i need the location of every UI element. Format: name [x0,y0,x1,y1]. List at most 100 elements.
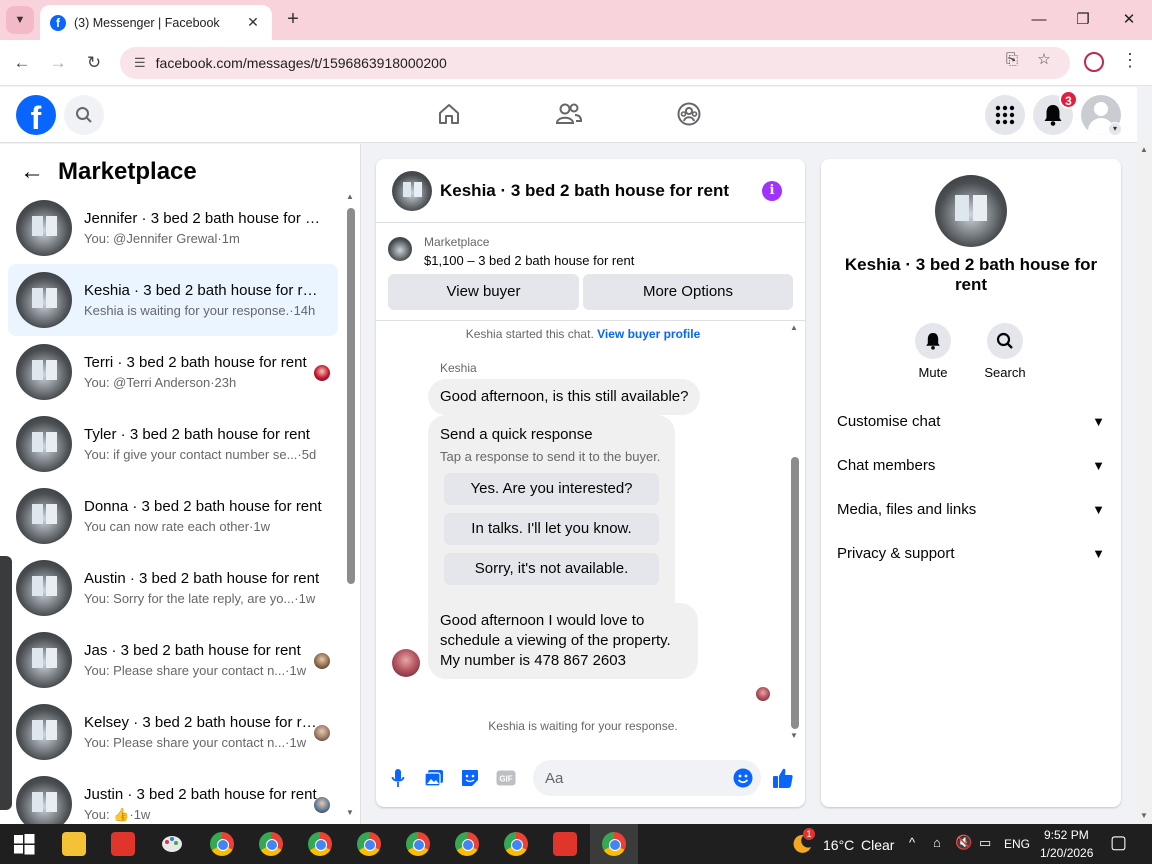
page-scroll-up-icon[interactable]: ▲ [1140,145,1148,154]
side-panel-handle[interactable] [0,556,12,810]
conversation-item[interactable]: Justin · 3 bed 2 bath house for rent You:… [8,768,338,824]
view-buyer-profile-link[interactable]: View buyer profile [597,327,700,341]
chat-listing-avatar[interactable] [392,170,432,211]
conversation-thumbnail[interactable] [16,200,72,256]
scroll-down-icon[interactable]: ▼ [346,808,354,817]
chrome-icon[interactable] [357,832,381,856]
conversation-item[interactable]: Jas · 3 bed 2 bath house for rent You: Pl… [8,624,338,696]
reload-icon[interactable]: ↻ [81,50,107,76]
media-files-section[interactable]: Media, files and links ▼ [837,489,1105,529]
bell-icon[interactable] [915,323,951,359]
conversation-thumbnail[interactable] [16,632,72,688]
browser-tab[interactable]: f (3) Messenger | Facebook ✕ [40,5,272,40]
clock-date[interactable]: 1/20/2026 [1040,846,1093,860]
forward-icon[interactable]: → [45,50,71,76]
weather-condition[interactable]: Clear [861,837,894,853]
window-close-icon[interactable]: ✕ [1106,6,1152,34]
file-explorer-icon[interactable] [62,832,86,856]
chrome-active-icon[interactable] [602,832,626,856]
network-icon[interactable]: ▭ [979,835,991,851]
omnibox[interactable]: ☰ facebook.com/messages/t/15968639180002… [120,47,1070,79]
back-icon[interactable]: ← [9,50,35,76]
account-chevron-down-icon[interactable]: ▾ [1108,122,1122,136]
tab-search-menu-icon[interactable]: ▼ [6,6,34,34]
mute-action[interactable]: Mute [903,323,963,380]
temperature[interactable]: 16°C [823,837,854,853]
minimize-icon[interactable]: — [1016,6,1062,34]
chrome-icon[interactable] [210,832,234,856]
like-thumb-icon[interactable] [772,767,794,789]
quick-response-option[interactable]: In talks. I'll let you know. [444,513,659,545]
page-scrollbar[interactable]: ▲ ▼ [1137,143,1152,824]
page-scroll-down-icon[interactable]: ▼ [1140,811,1148,820]
tab-close-icon[interactable]: ✕ [244,14,262,31]
friends-icon[interactable] [554,99,584,129]
site-info-icon[interactable]: ☰ [134,55,146,71]
back-arrow-icon[interactable]: ← [20,158,44,186]
sticker-icon[interactable] [459,767,481,789]
chat-title[interactable]: Keshia · 3 bed 2 bath house for rent [440,181,729,201]
language-indicator[interactable]: ENG [1004,837,1030,851]
chat-scrollbar[interactable] [791,457,799,729]
more-options-button[interactable]: More Options [583,274,793,310]
app-red-icon[interactable] [553,832,577,856]
message-input[interactable] [533,760,761,796]
url-text[interactable]: facebook.com/messages/t/1596863918000200 [156,55,447,71]
conversation-item[interactable]: Austin · 3 bed 2 bath house for rent You:… [8,552,338,624]
conversation-scrollbar[interactable] [347,208,355,584]
chrome-icon[interactable] [308,832,332,856]
privacy-support-section[interactable]: Privacy & support ▼ [837,533,1105,573]
listing-thumbnail[interactable] [388,237,412,261]
chrome-icon[interactable] [455,832,479,856]
chrome-icon[interactable] [259,832,283,856]
customise-chat-section[interactable]: Customise chat ▼ [837,401,1105,441]
restore-icon[interactable]: ❐ [1060,6,1106,34]
browser-profile-icon[interactable] [1084,52,1104,72]
volume-muted-icon[interactable]: 🔇 [955,834,972,851]
scroll-up-icon[interactable]: ▲ [346,192,354,201]
conversation-thumbnail[interactable] [16,272,72,328]
windows-start-icon[interactable] [12,832,36,856]
microphone-icon[interactable] [387,767,409,789]
tray-app-icon[interactable]: ⌂ [933,835,941,850]
search-action[interactable]: Search [975,323,1035,380]
notification-center-icon[interactable]: ▢ [1110,832,1127,853]
listing-price[interactable]: $1,100 – 3 bed 2 bath house for rent [424,253,634,268]
paint-icon[interactable] [160,832,184,856]
chrome-icon[interactable] [406,832,430,856]
sender-avatar[interactable] [392,649,420,677]
install-app-icon[interactable]: ⎘ [1000,48,1024,72]
groups-icon[interactable] [674,99,704,129]
conversation-item[interactable]: Jennifer · 3 bed 2 bath house for rent Yo… [8,192,338,264]
conversation-item[interactable]: Donna · 3 bed 2 bath house for rent You c… [8,480,338,552]
conversation-item[interactable]: Terri · 3 bed 2 bath house for rent You: … [8,336,338,408]
view-buyer-button[interactable]: View buyer [388,274,579,310]
chat-scroll-down-icon[interactable]: ▼ [790,731,798,740]
conversation-thumbnail[interactable] [16,776,72,824]
bookmark-star-icon[interactable]: ☆ [1032,48,1056,72]
conversation-thumbnail[interactable] [16,344,72,400]
conversation-thumbnail[interactable] [16,704,72,760]
info-icon[interactable]: i [762,181,782,201]
emoji-icon[interactable] [732,767,754,789]
clock-time[interactable]: 9:52 PM [1044,828,1089,842]
details-avatar[interactable] [935,175,1007,247]
photo-icon[interactable] [423,767,445,789]
menu-grid-icon[interactable] [985,95,1025,135]
chrome-icon[interactable] [504,832,528,856]
conversation-thumbnail[interactable] [16,560,72,616]
conversation-item[interactable]: Kelsey · 3 bed 2 bath house for rent You:… [8,696,338,768]
new-tab-icon[interactable]: + [282,8,304,31]
conversation-thumbnail[interactable] [16,416,72,472]
conversation-thumbnail[interactable] [16,488,72,544]
quick-response-option[interactable]: Yes. Are you interested? [444,473,659,505]
chat-members-section[interactable]: Chat members ▼ [837,445,1105,485]
facebook-logo-icon[interactable]: f [16,95,56,135]
conversation-item[interactable]: Tyler · 3 bed 2 bath house for rent You: … [8,408,338,480]
conversation-item[interactable]: Keshia · 3 bed 2 bath house for rent Kesh… [8,264,338,336]
browser-menu-icon[interactable]: ⋮ [1120,50,1140,71]
tray-chevron-up-icon[interactable]: ^ [909,835,915,850]
quick-response-option[interactable]: Sorry, it's not available. [444,553,659,585]
search-icon[interactable] [987,323,1023,359]
app-red-icon[interactable] [111,832,135,856]
